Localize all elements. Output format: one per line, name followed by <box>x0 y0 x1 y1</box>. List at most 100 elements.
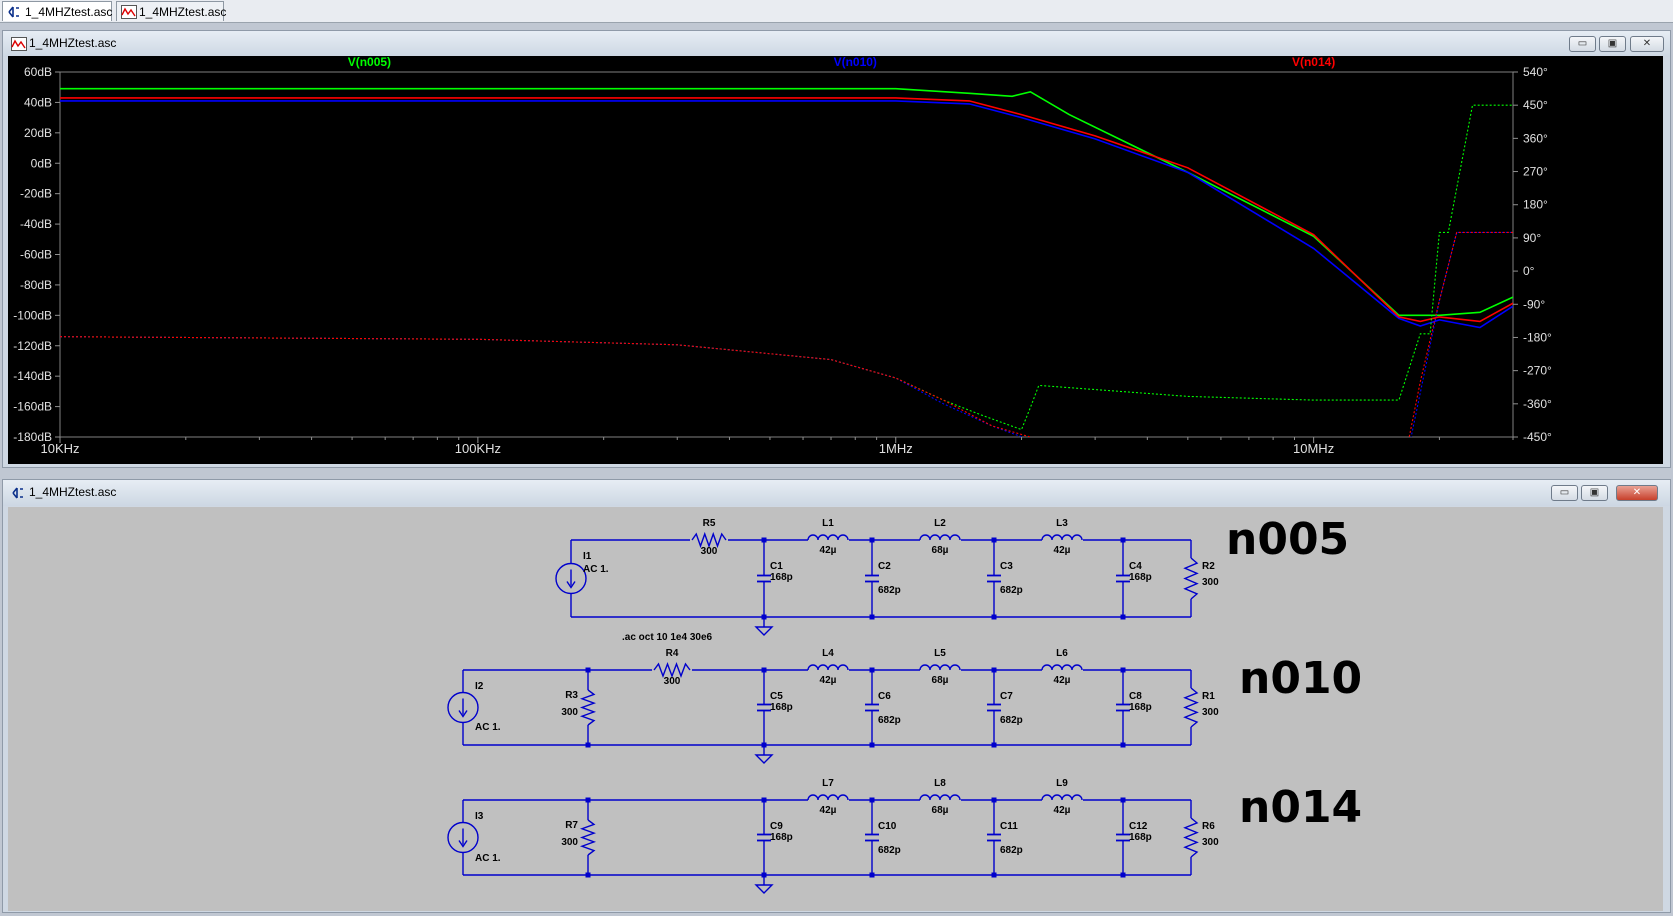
inductor-ref-label: L3 <box>1056 518 1068 529</box>
y-tick-label: 0dB <box>31 156 52 170</box>
resistor-value-label: 300 <box>1202 707 1219 718</box>
junction <box>1120 537 1126 543</box>
inductor-ref-label: L8 <box>934 778 946 789</box>
net-label-n005: n005 <box>1226 514 1349 565</box>
schematic-icon <box>12 487 23 499</box>
junction <box>761 797 767 803</box>
y-tick-label: 20dB <box>24 126 52 140</box>
trace-vn014-phase[interactable] <box>60 231 1513 464</box>
net-label-n014: n014 <box>1239 782 1362 833</box>
waveform-plot-area[interactable]: 10KHz 100KHz 1MHz 10MHz 60dB 40dB 20dB 0dB -20dB… <box>8 55 1663 464</box>
bode-plot[interactable]: 10KHz 100KHz 1MHz 10MHz60dB40dB20dB0dB-20dB… <box>8 55 1663 464</box>
resistor-ref-label: R1 <box>1202 691 1215 702</box>
capacitor-ref-label: C1 <box>770 561 783 572</box>
junction <box>585 797 591 803</box>
resistor-ref-label: R3 <box>565 690 578 701</box>
capacitor-ref-label: C10 <box>878 821 897 832</box>
inductor-ref-label: L1 <box>822 518 834 529</box>
inductor-value-label: 68µ <box>932 545 949 556</box>
resistor-r7[interactable] <box>579 819 597 856</box>
resistor-ref-label: R2 <box>1202 561 1215 572</box>
schematic-canvas[interactable]: I1 AC 1. R5 300 L1 42µ L2 68µ L3 42µ C1 168p C2 682p C… <box>8 507 1663 911</box>
resistor-r1[interactable] <box>1183 687 1199 728</box>
traces <box>60 87 1513 464</box>
junction <box>869 797 875 803</box>
resistor-value-label: 300 <box>561 707 578 718</box>
inductor-ref-label: L7 <box>822 778 834 789</box>
inductor-ref-label: L4 <box>822 648 834 659</box>
y-tick-label: -40dB <box>20 217 52 231</box>
close-button[interactable]: ✕ <box>1630 36 1664 52</box>
junction <box>991 742 997 748</box>
inductor-value-label: 68µ <box>932 675 949 686</box>
capacitor-ref-label: C11 <box>1000 821 1018 832</box>
net-label-n010: n010 <box>1239 653 1362 704</box>
resistor-ref-label: R7 <box>565 820 578 831</box>
junction <box>761 537 767 543</box>
phase-tick-label: -90° <box>1523 297 1545 311</box>
capacitor-value-label: 168p <box>1129 832 1152 843</box>
capacitor-value-label: 168p <box>770 702 793 713</box>
phase-tick-label: 540° <box>1523 65 1548 79</box>
source-ref-label: I3 <box>475 811 484 822</box>
tab-schematic[interactable]: 1_4MHZtest.asc <box>2 1 112 21</box>
capacitor-value-label: 682p <box>878 715 901 726</box>
capacitor-ref-label: C4 <box>1129 561 1142 572</box>
tab-waveform[interactable]: 1_4MHZtest.asc <box>116 1 226 21</box>
x-tick-label: 100KHz <box>455 441 501 456</box>
phase-tick-label: 0° <box>1523 264 1535 278</box>
y-tick-label: -100dB <box>13 308 52 322</box>
junction <box>991 537 997 543</box>
inductor-value-label: 42µ <box>820 675 837 686</box>
close-button[interactable]: ✕ <box>1616 485 1658 501</box>
resistor-value-label: 300 <box>561 837 578 848</box>
trace-vn005-magnitude[interactable] <box>60 87 1513 317</box>
x-tick-label: 1MHz <box>879 441 913 456</box>
capacitor-value-label: 168p <box>770 572 793 583</box>
capacitor-value-label: 682p <box>1000 715 1023 726</box>
y-tick-label: -120dB <box>13 339 52 353</box>
trace-vn014-magnitude[interactable] <box>60 97 1513 323</box>
inductor-ref-label: L9 <box>1056 778 1068 789</box>
capacitor-ref-label: C7 <box>1000 691 1013 702</box>
capacitor-value-label: 682p <box>1000 845 1023 856</box>
spice-directive: .ac oct 10 1e4 30e6 <box>622 632 713 643</box>
trace-vn005-phase[interactable] <box>60 104 1513 431</box>
resistor-ref-label: R4 <box>666 648 679 659</box>
window-title: 1_4MHZtest.asc <box>29 485 117 499</box>
minimize-button[interactable]: ▭ <box>1551 485 1578 501</box>
junction <box>1120 872 1126 878</box>
schematic-window-titlebar[interactable]: 1_4MHZtest.asc ▭ ▣ ✕ <box>3 480 1670 506</box>
trace-vn010-magnitude[interactable] <box>60 100 1513 329</box>
ground-icon <box>754 884 774 894</box>
capacitor-value-label: 682p <box>1000 585 1023 596</box>
restore-button[interactable]: ▣ <box>1599 36 1626 52</box>
resistor-value-label: 300 <box>664 676 681 687</box>
capacitor-ref-label: C12 <box>1129 821 1148 832</box>
resistor-r3[interactable] <box>579 689 597 726</box>
waveform-window-titlebar[interactable]: 1_4MHZtest.asc ▭ ▣ ✕ <box>3 31 1670 57</box>
source-value-label: AC 1. <box>475 722 501 733</box>
junction <box>869 742 875 748</box>
schematic-drawing[interactable]: I1AC 1.R5300L142µL268µL342µC1168pC2682pC… <box>8 507 1663 911</box>
source-ref-label: I1 <box>583 551 592 562</box>
source-ref-label: I2 <box>475 681 484 692</box>
junction <box>869 667 875 673</box>
restore-button[interactable]: ▣ <box>1581 485 1608 501</box>
junction <box>991 614 997 620</box>
inductor-value-label: 42µ <box>1054 545 1071 556</box>
capacitor-ref-label: C9 <box>770 821 783 832</box>
inductor-ref-label: L6 <box>1056 648 1068 659</box>
phase-tick-label: 270° <box>1523 165 1548 179</box>
trace-vn010-phase[interactable] <box>60 231 1513 464</box>
junction <box>991 667 997 673</box>
plot-frame <box>59 71 1514 438</box>
minimize-button[interactable]: ▭ <box>1569 36 1596 52</box>
junction <box>585 742 591 748</box>
resistor-r2[interactable] <box>1183 557 1199 600</box>
junction <box>1120 742 1126 748</box>
junction <box>991 797 997 803</box>
capacitor-value-label: 168p <box>1129 702 1152 713</box>
x-tick-label: 10MHz <box>1293 441 1334 456</box>
resistor-r6[interactable] <box>1183 817 1199 858</box>
